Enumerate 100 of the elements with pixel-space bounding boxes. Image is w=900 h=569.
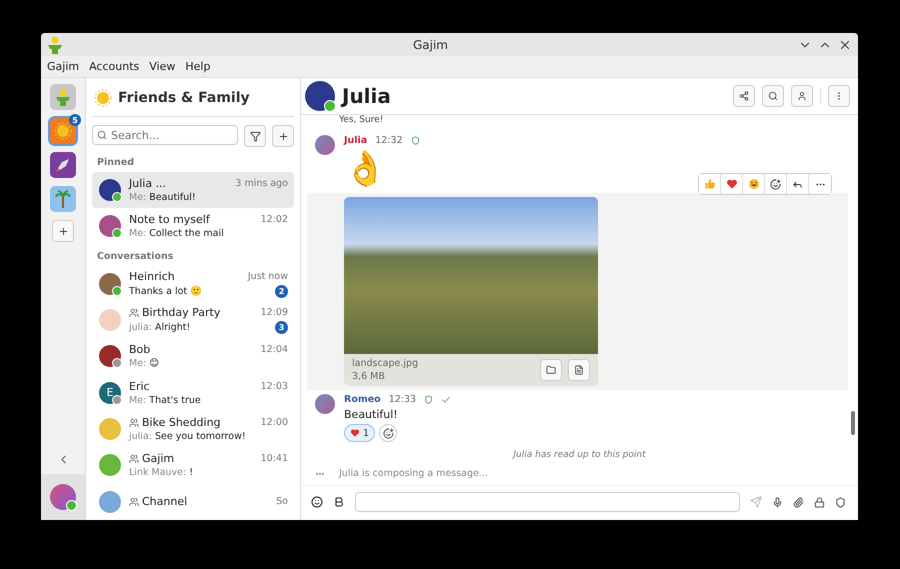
plus-icon [278,130,288,142]
paperclip-icon [793,496,804,508]
chat-time: So [276,496,288,508]
chat-time: 12:00 [260,417,288,428]
chat-row[interactable]: Bob 12:04 Me: 😊 [92,338,294,375]
group-icon [129,454,139,464]
workspace-title: Friends & Family [118,90,250,106]
emoji-message: 👌 [344,149,386,189]
workspace-button[interactable] [50,186,76,212]
add-workspace-button[interactable] [52,220,74,242]
workspace-button[interactable] [50,118,76,144]
chat-row[interactable]: Note to myself 12:02 Me: Collect the mail [92,208,294,245]
filter-icon [250,130,260,142]
search-button[interactable] [762,85,784,107]
message-preview: Thanks a lot 🙂 [129,285,204,298]
chat-time: 3 mins ago [235,178,288,190]
message-time: 12:32 [375,135,403,146]
chat-row[interactable]: Julia ... 3 mins ago Me: Beautiful! [92,172,294,208]
lock-icon [814,496,825,508]
message-input[interactable] [355,492,740,512]
shield-icon [424,395,434,404]
chat-name: Note to myself [129,213,211,226]
chat-time: 12:02 [260,214,288,226]
chat-name: Heinrich [129,270,176,283]
open-file-button[interactable] [568,359,590,381]
section-heading: Pinned [96,156,135,170]
chat-name: Eric [129,380,151,393]
file-size: 3,6 MB [352,371,386,382]
chat-row[interactable]: Gajim 10:41 Link Mauve: ! [92,447,294,484]
message-text: Yes, Sure! [339,115,384,125]
share-icon [739,91,749,101]
reply-icon [792,178,803,190]
app-logo-icon [55,88,71,106]
search-field[interactable]: Search... [92,125,238,145]
chat-time: Just now [248,270,288,282]
message-preview: Me: That's true [129,394,202,406]
add-reaction-button[interactable] [379,424,398,442]
unread-badge: 5 [69,114,81,126]
chat-time: 12:09 [260,307,288,318]
group-icon [129,496,139,507]
message-preview: Me: Beautiful! [129,192,197,204]
heart-icon [350,428,360,438]
chat-name: Gajim [142,452,176,466]
chat-row[interactable]: Bike Shedding 12:00 julia: See you tomorrow! [92,410,294,448]
workspace-button[interactable] [50,152,76,178]
open-folder-button[interactable] [540,359,562,381]
reaction-chip[interactable]: 1 [344,424,376,442]
filter-button[interactable] [244,125,266,147]
chat-time: 12:04 [260,344,288,356]
emoji-icon [311,496,323,508]
chat-name: Julia ... [129,177,168,190]
shield-icon [410,136,420,145]
account-avatar[interactable] [50,484,76,510]
share-button[interactable] [733,85,755,107]
avatar-initial: E [106,386,114,400]
window-title: Gajim [412,38,449,52]
add-emoji-icon [382,428,394,438]
message-time: 12:33 [388,394,416,405]
read-marker: Julia has read up to this point [513,449,646,462]
chat-name: Bike Shedding [142,416,222,430]
heart-icon [726,178,738,190]
chat-name: Bob [129,343,152,356]
folder-icon [546,365,556,375]
sender-name: Julia [344,135,368,146]
message-preview: Me: Collect the mail [129,228,225,240]
section-heading: Conversations [96,250,174,264]
message-preview: Link Mauve: ! [129,467,194,478]
thumbs-up-icon [704,178,716,190]
palm-tree-icon [55,190,71,208]
app-logo-icon [47,36,63,54]
chat-title: Julia [342,84,392,108]
message-text: Beautiful! [344,408,398,421]
send-icon [750,496,762,508]
chat-row[interactable]: Birthday Party 12:09 julia: Alright! 3 [92,302,294,338]
microphone-icon [772,496,783,508]
typing-indicator: Julia is composing a message... [339,468,488,479]
chat-row[interactable]: Channel So [92,484,294,520]
shield-icon [835,496,846,508]
message-preview: julia: Alright! [129,322,192,334]
new-chat-button[interactable] [272,125,294,147]
sender-avatar [315,135,335,155]
plus-icon [58,226,68,236]
group-icon [129,418,139,428]
menu-item[interactable]: Help [181,60,214,73]
sender-name: Romeo [344,394,381,405]
menu-item[interactable]: Gajim [43,60,84,73]
workspace-button[interactable] [50,84,76,110]
chat-time: 10:41 [260,453,288,464]
sun-icon [54,122,72,140]
message-preview: Me: 😊 [129,358,160,370]
contact-button[interactable] [791,85,813,107]
menu-item[interactable]: View [145,60,180,73]
chat-row[interactable]: E Eric 12:03 Me: That's true [92,374,294,411]
search-icon [768,91,778,101]
chat-name: Channel [142,495,188,508]
message-preview: julia: See you tomorrow! [129,431,247,442]
menu-item[interactable]: Accounts [85,60,144,73]
sender-avatar [315,394,335,414]
add-emoji-icon [770,178,781,190]
chat-row[interactable]: Heinrich Just now Thanks a lot 🙂 2 [92,266,294,302]
